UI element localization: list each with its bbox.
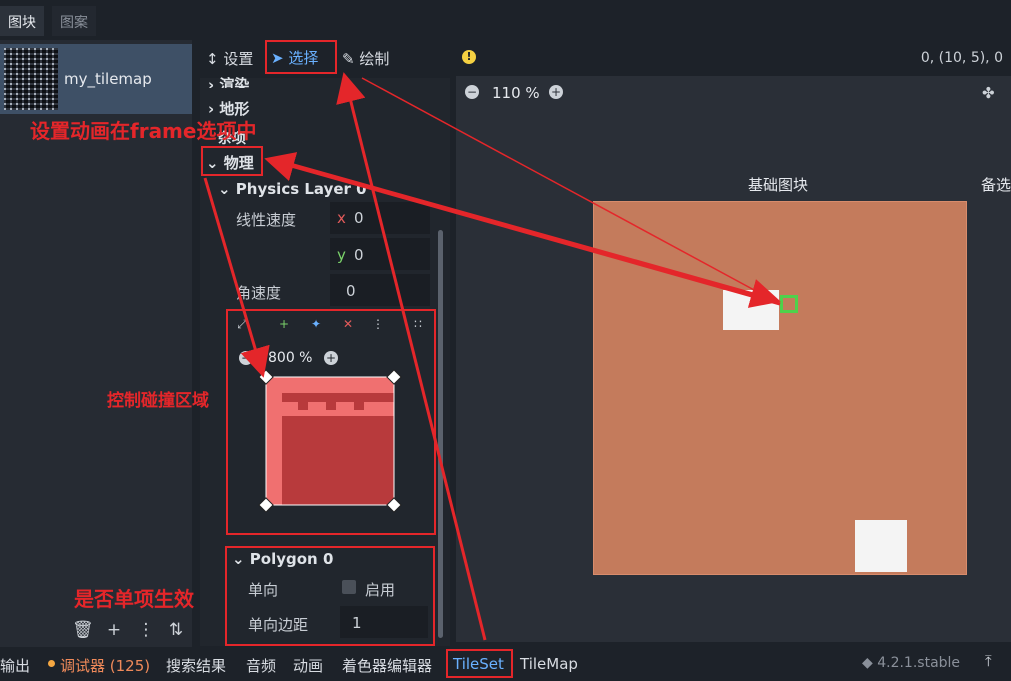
add-icon[interactable]: + — [104, 619, 124, 641]
paint-brush-icon: ✎ — [342, 50, 355, 68]
tab-tiles[interactable]: 图块 — [0, 6, 44, 36]
version-label: ◆ 4.2.1.stable — [862, 655, 961, 671]
edit-point-icon[interactable]: ✦ — [307, 315, 325, 333]
angular-velocity-label: 角速度 — [236, 284, 282, 302]
one-way-enabled-label: 启用 — [365, 581, 396, 599]
tab-debugger[interactable]: 调试器 (125) — [60, 655, 150, 676]
atlas-tile-block[interactable] — [723, 290, 779, 330]
linear-velocity-label: 线性速度 — [236, 211, 297, 229]
physics-layer-0[interactable]: ⌄ Physics Layer 0 — [218, 180, 367, 198]
tab-shader-editor[interactable]: 着色器编辑器 — [342, 655, 432, 676]
one-way-label: 单向 — [248, 581, 279, 599]
tab-search-results[interactable]: 搜索结果 — [166, 655, 226, 676]
angular-velocity-field[interactable] — [330, 274, 430, 306]
menu-icon[interactable]: ⋮ — [369, 315, 387, 333]
tab-patterns[interactable]: 图案 — [52, 6, 96, 36]
tab-animation[interactable]: 动画 — [293, 655, 323, 676]
one-way-margin-value: 1 — [352, 614, 362, 632]
battlement-notch — [354, 402, 364, 410]
tab-output[interactable]: 输出 — [0, 655, 30, 676]
tile-coords-readout: 0, (10, 5), 0 — [920, 50, 1003, 66]
tile-atlas-grid[interactable] — [593, 201, 967, 575]
x-axis-label: x — [337, 209, 346, 227]
tile-left-edge — [266, 393, 282, 505]
one-way-checkbox[interactable] — [342, 580, 356, 594]
tab-audio[interactable]: 音频 — [246, 655, 276, 676]
y-axis-label: y — [337, 246, 346, 264]
atlas-zoom-in-icon[interactable]: + — [549, 85, 563, 99]
battlement-notch — [298, 402, 308, 410]
select-button[interactable]: ➤ 选择 — [265, 40, 337, 74]
warning-icon[interactable]: ! — [462, 50, 476, 64]
tile-item-label: my_tilemap — [64, 70, 152, 88]
sort-icon[interactable]: ⇅ — [166, 619, 186, 641]
paint-label: 绘制 — [359, 50, 390, 68]
battlement-notch — [326, 402, 336, 410]
atlas-zoom: 110 % — [492, 84, 540, 102]
select-cursor-icon: ➤ — [271, 49, 284, 67]
polygon-0-section[interactable]: ⌄ Polygon 0 — [232, 550, 333, 568]
section-rendering[interactable]: › 渲染 — [208, 74, 249, 88]
tab-tileset[interactable]: TileSet — [453, 655, 504, 673]
delete-point-icon[interactable]: ✕ — [339, 315, 357, 333]
linear-velocity-x-value: 0 — [354, 209, 364, 227]
tab-tilemap[interactable]: TileMap — [520, 655, 578, 673]
annotation-oneway: 是否单项生效 — [74, 587, 194, 611]
base-tiles-label: 基础图块 — [748, 176, 809, 194]
more-icon[interactable]: ⋮ — [136, 619, 156, 641]
annotation-frame: 设置动画在frame选项中 — [30, 119, 257, 143]
left-toolbar — [0, 613, 192, 647]
setup-button[interactable]: ↕ 设置 — [206, 46, 253, 72]
debugger-status-dot — [48, 660, 55, 667]
angular-velocity-value: 0 — [346, 282, 356, 300]
snap-icon[interactable]: ∷ — [409, 315, 427, 333]
paint-button[interactable]: ✎ 绘制 — [342, 46, 389, 72]
section-physics[interactable]: ⌄ 物理 — [206, 152, 254, 173]
linear-velocity-y-value: 0 — [354, 246, 364, 264]
annotation-collision: 控制碰撞区域 — [107, 391, 209, 411]
tile-top-edge — [266, 377, 394, 393]
atlas-zoom-out-icon[interactable]: − — [465, 85, 479, 99]
tilemap-thumbnail — [4, 48, 58, 110]
select-label: 选择 — [288, 49, 319, 67]
collision-polygon[interactable] — [266, 377, 394, 505]
center-view-icon[interactable]: ✤ — [982, 84, 995, 102]
setup-label: 设置 — [223, 50, 254, 68]
collision-shape[interactable] — [228, 340, 434, 534]
expand-panel-icon[interactable]: ⤒ — [985, 652, 992, 670]
alt-tiles-label: 备选 — [981, 176, 1011, 194]
atlas-tile-block[interactable] — [855, 520, 907, 572]
selected-tile[interactable] — [780, 295, 798, 313]
expand-icon[interactable]: ⤢ — [233, 315, 251, 333]
one-way-margin-label: 单向边距 — [248, 616, 309, 634]
delete-icon[interactable]: 🗑 — [72, 619, 94, 641]
setup-icon: ↕ — [206, 50, 219, 68]
add-point-icon[interactable]: + — [275, 315, 293, 333]
inspector-scrollbar[interactable] — [438, 230, 443, 638]
